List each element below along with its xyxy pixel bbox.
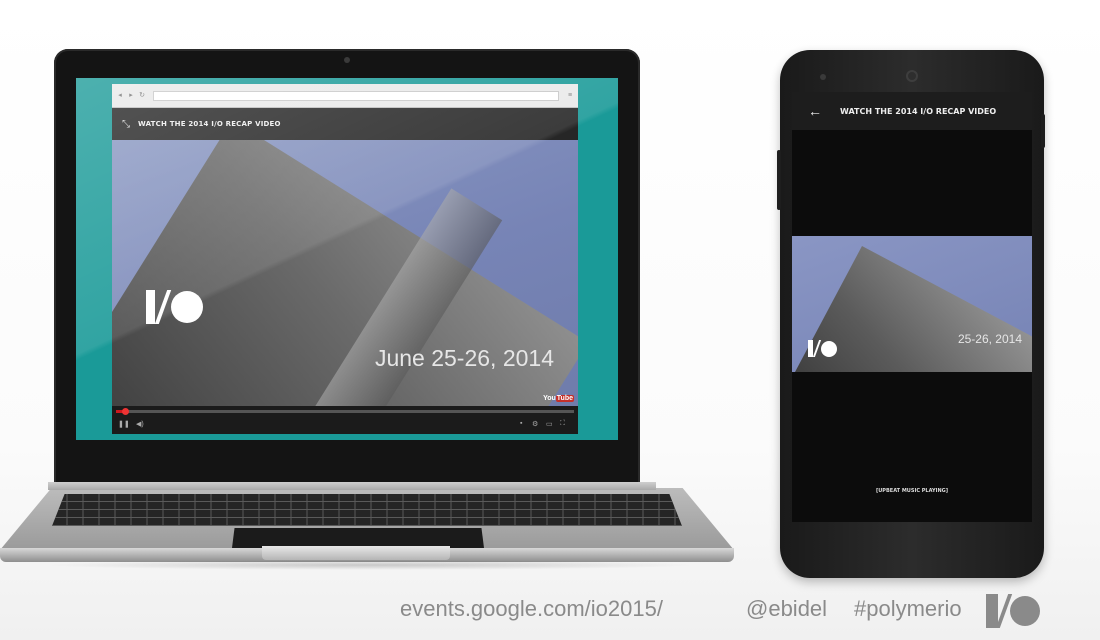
play-icon[interactable]: ❚❚ bbox=[118, 420, 130, 428]
arrow-back-icon[interactable]: ← bbox=[808, 103, 822, 119]
page-title: WATCH THE 2014 I/O RECAP VIDEO bbox=[138, 120, 281, 128]
video-player[interactable]: June 25-26, 2014 YouTube bbox=[112, 140, 578, 406]
footer-io-logo-circle bbox=[1010, 596, 1040, 626]
forward-icon[interactable]: ▸ bbox=[127, 92, 135, 100]
phone-io-logo-bar bbox=[808, 340, 813, 357]
progress-bar[interactable] bbox=[116, 408, 574, 415]
browser-window: ◂ ▸ ↻ ≡ ⤡ WATCH THE 2014 I/O RECAP VIDEO bbox=[112, 84, 578, 434]
laptop-shadow bbox=[40, 560, 700, 570]
footer-io-logo-bar bbox=[986, 594, 998, 628]
phone-power-button bbox=[1041, 114, 1045, 148]
phone-io-logo-circle bbox=[821, 340, 837, 357]
video-date-overlay: June 25-26, 2014 bbox=[374, 345, 554, 371]
footer-url: events.google.com/io2015/ bbox=[400, 596, 663, 621]
slide-footer: events.google.com/io2015/ @ebidel #polym… bbox=[0, 586, 1100, 640]
reload-icon[interactable]: ↻ bbox=[138, 92, 146, 100]
fullscreen-icon[interactable]: ⛶ bbox=[560, 420, 565, 428]
captions-icon[interactable]: ▪ bbox=[520, 420, 522, 427]
phone-io-logo bbox=[808, 340, 837, 357]
phone-sensor bbox=[820, 74, 826, 80]
app-header: ⤡ WATCH THE 2014 I/O RECAP VIDEO bbox=[112, 108, 578, 140]
footer-handle: @ebidel bbox=[746, 596, 828, 621]
io-logo bbox=[146, 290, 203, 324]
tv-icon[interactable]: ▭ bbox=[546, 420, 553, 428]
player-controls: ❚❚ ◀) ▪ ⚙ ▭ ⛶ bbox=[112, 406, 578, 434]
phone-volume-button bbox=[777, 150, 781, 210]
expand-icon[interactable]: ⤡ bbox=[122, 119, 130, 130]
laptop-camera bbox=[344, 57, 350, 63]
io-logo-bar bbox=[146, 290, 155, 324]
io-logo-circle bbox=[171, 291, 203, 323]
phone-screen: ← WATCH THE 2014 I/O RECAP VIDEO 25-26, … bbox=[792, 92, 1032, 522]
volume-icon[interactable]: ◀) bbox=[136, 420, 144, 428]
laptop-base bbox=[0, 482, 734, 572]
footer-hashtag: #polymerio bbox=[854, 596, 962, 621]
laptop-hinge bbox=[48, 482, 656, 490]
footer-io-logo bbox=[986, 594, 1040, 628]
laptop-notch bbox=[262, 546, 450, 560]
phone-io-logo-slash bbox=[812, 340, 822, 357]
keyboard-deck bbox=[0, 488, 734, 550]
settings-icon[interactable]: ⚙ bbox=[532, 420, 538, 428]
phone-video-date-overlay: 25-26, 2014 bbox=[957, 332, 1022, 346]
phone-page-title: WATCH THE 2014 I/O RECAP VIDEO bbox=[840, 106, 997, 116]
phone-camera bbox=[906, 70, 918, 82]
trackpad bbox=[232, 528, 484, 548]
back-icon[interactable]: ◂ bbox=[116, 92, 124, 100]
phone-app-header: ← WATCH THE 2014 I/O RECAP VIDEO bbox=[792, 92, 1032, 130]
phone-video-player[interactable]: 25-26, 2014 bbox=[792, 236, 1032, 372]
browser-toolbar: ◂ ▸ ↻ ≡ bbox=[112, 84, 578, 108]
url-bar[interactable] bbox=[153, 90, 559, 101]
phone-caption: [UPBEAT MUSIC PLAYING] bbox=[875, 488, 949, 494]
laptop-lid: ◂ ▸ ↻ ≡ ⤡ WATCH THE 2014 I/O RECAP VIDEO bbox=[54, 49, 640, 485]
progress-knob[interactable] bbox=[122, 408, 130, 415]
phone: ← WATCH THE 2014 I/O RECAP VIDEO 25-26, … bbox=[777, 50, 1045, 578]
io-logo-slash bbox=[154, 290, 172, 324]
laptop-screen: ◂ ▸ ↻ ≡ ⤡ WATCH THE 2014 I/O RECAP VIDEO bbox=[76, 78, 618, 440]
youtube-logo[interactable]: YouTube bbox=[543, 395, 574, 402]
menu-icon[interactable]: ≡ bbox=[566, 92, 574, 100]
keyboard-rows bbox=[52, 494, 682, 526]
